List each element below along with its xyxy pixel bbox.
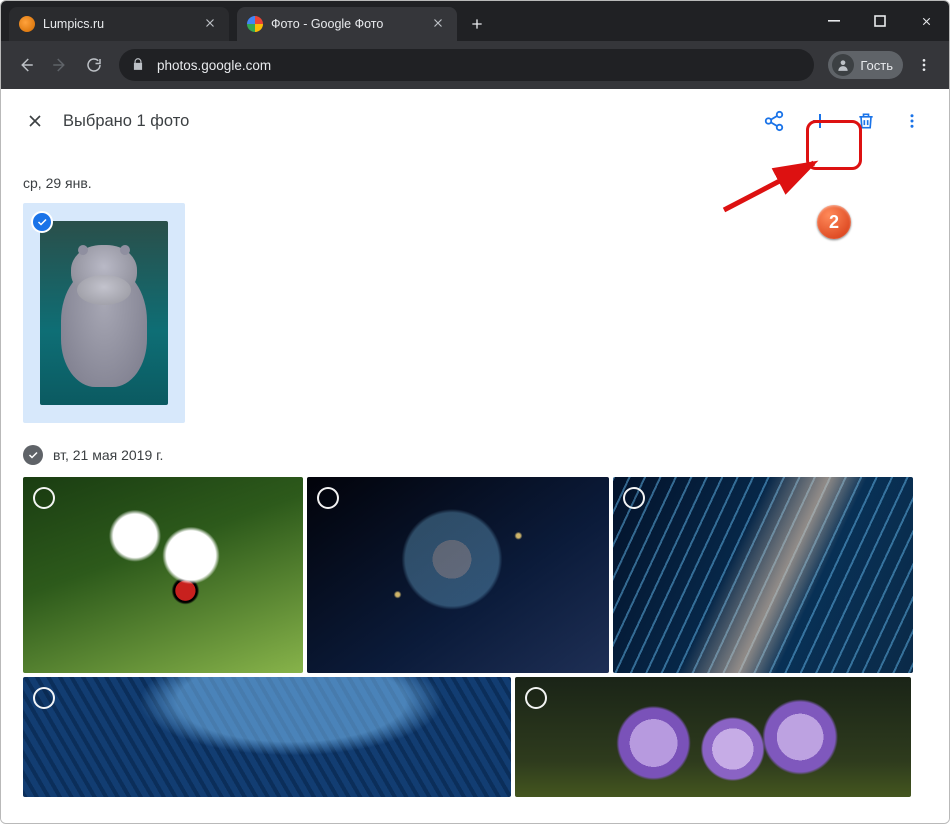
photo-thumbnail[interactable]	[515, 677, 911, 797]
tab-lumpics[interactable]: Lumpics.ru	[9, 7, 229, 41]
overflow-menu-button[interactable]	[889, 98, 935, 144]
profile-chip[interactable]: Гость	[828, 51, 903, 79]
selection-actions	[751, 98, 935, 144]
page-content: Выбрано 1 фото ср, 29 янв.	[1, 89, 949, 824]
share-button[interactable]	[751, 98, 797, 144]
date-heading[interactable]: ср, 29 янв.	[23, 175, 927, 191]
address-text: photos.google.com	[157, 58, 271, 73]
select-ring-icon[interactable]	[33, 487, 55, 509]
select-ring-icon[interactable]	[317, 487, 339, 509]
photo-thumbnail[interactable]	[23, 677, 511, 797]
browser-tabs: Lumpics.ru Фото - Google Фото	[1, 1, 811, 41]
close-window-button[interactable]	[903, 1, 949, 41]
nav-back-button[interactable]	[9, 48, 43, 82]
tab-title: Фото - Google Фото	[271, 17, 423, 31]
address-bar[interactable]: photos.google.com	[119, 49, 814, 81]
maximize-button[interactable]	[857, 1, 903, 41]
photo-row	[23, 677, 927, 797]
photo-row	[23, 477, 927, 673]
date-heading[interactable]: вт, 21 мая 2019 г.	[23, 445, 927, 465]
avatar-icon	[832, 54, 854, 76]
photo-image	[40, 221, 168, 405]
window-controls	[811, 1, 949, 41]
photo-grid-area: ср, 29 янв. вт, 21 мая 2019 г.	[1, 175, 949, 797]
select-ring-icon[interactable]	[623, 487, 645, 509]
select-ring-icon[interactable]	[525, 687, 547, 709]
add-to-button[interactable]	[797, 98, 843, 144]
browser-titlebar: Lumpics.ru Фото - Google Фото	[1, 1, 949, 41]
favicon-icon	[19, 16, 35, 32]
delete-button[interactable]	[843, 98, 889, 144]
selection-title: Выбрано 1 фото	[63, 112, 751, 131]
select-ring-icon[interactable]	[33, 687, 55, 709]
tab-google-photos[interactable]: Фото - Google Фото	[237, 7, 457, 41]
favicon-icon	[247, 16, 263, 32]
photo-thumbnail[interactable]	[307, 477, 609, 673]
new-tab-button[interactable]	[463, 10, 491, 38]
window-frame: Lumpics.ru Фото - Google Фото	[0, 0, 950, 824]
profile-label: Гость	[860, 58, 893, 73]
date-text: вт, 21 мая 2019 г.	[53, 447, 163, 463]
browser-toolbar: photos.google.com Гость	[1, 41, 949, 89]
tab-title: Lumpics.ru	[43, 17, 195, 31]
photo-thumbnail[interactable]	[23, 477, 303, 673]
close-icon[interactable]	[431, 16, 447, 32]
select-day-check-icon[interactable]	[23, 445, 43, 465]
photo-thumbnail[interactable]	[613, 477, 913, 673]
selected-check-icon[interactable]	[31, 211, 53, 233]
clear-selection-button[interactable]	[15, 101, 55, 141]
selection-header: Выбрано 1 фото	[1, 89, 949, 153]
browser-menu-button[interactable]	[907, 48, 941, 82]
nav-forward-button[interactable]	[43, 48, 77, 82]
photo-thumbnail-selected[interactable]	[23, 203, 185, 423]
minimize-button[interactable]	[811, 1, 857, 41]
close-icon[interactable]	[203, 16, 219, 32]
reload-button[interactable]	[77, 48, 111, 82]
lock-icon	[131, 57, 147, 73]
